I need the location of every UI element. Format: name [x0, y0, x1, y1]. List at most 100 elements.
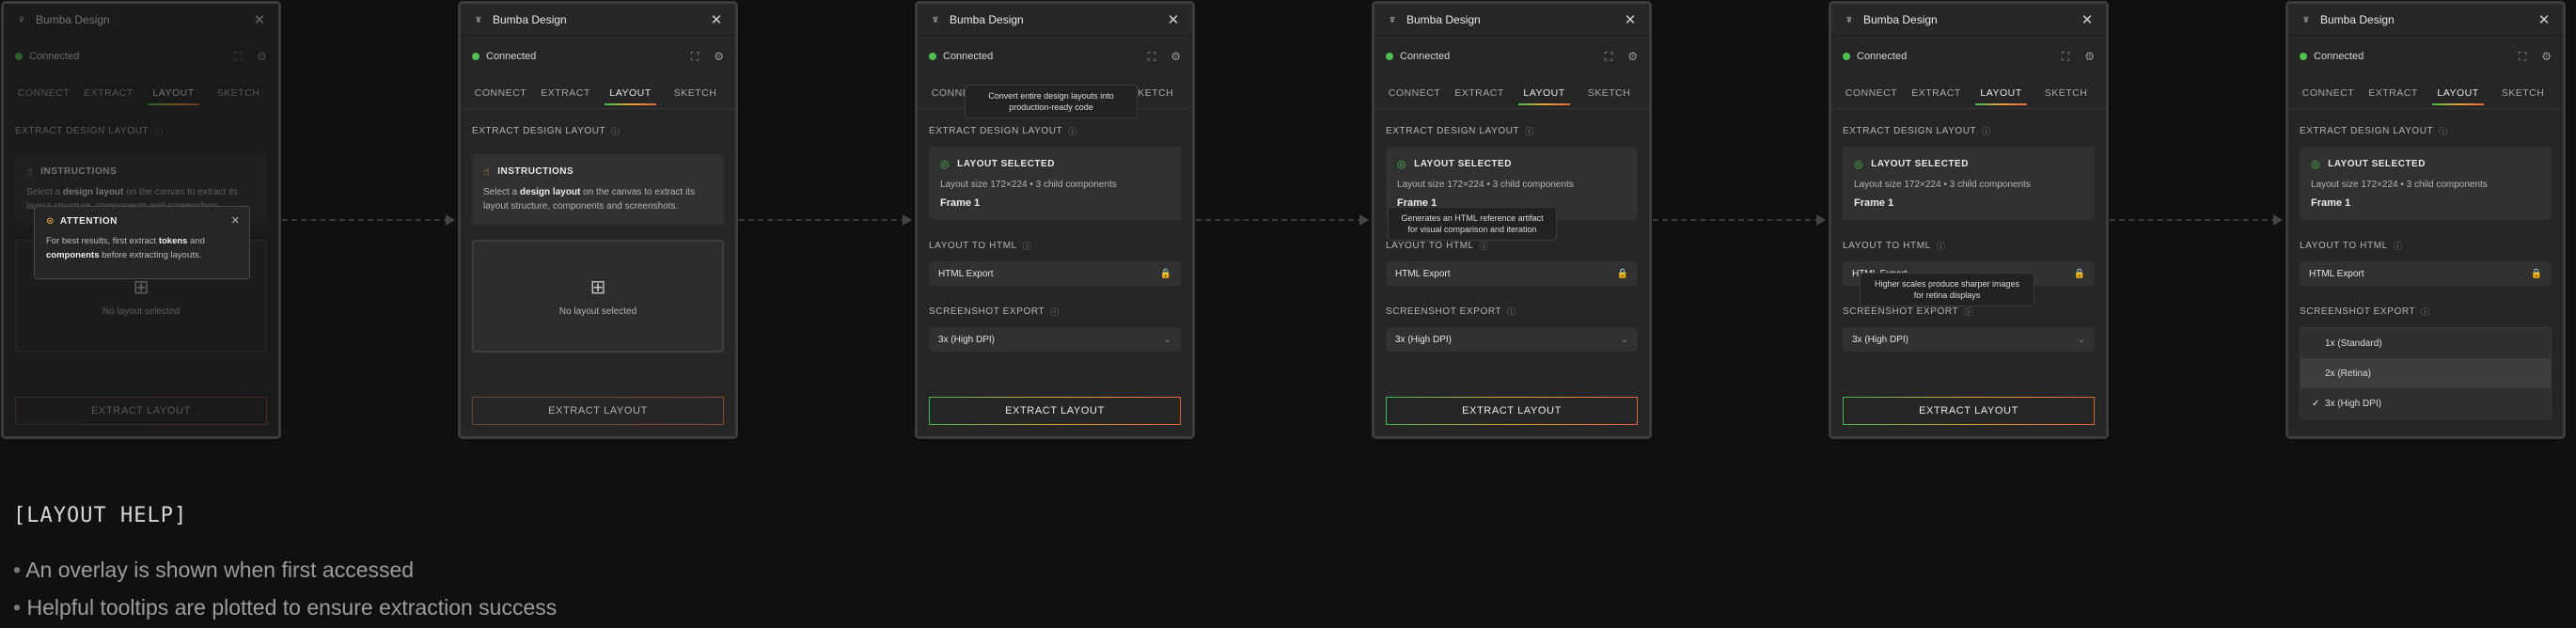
- plugin-panel-selected-tooltip-screenshot: ♆ Bumba Design ✕ Connected ⛶ ⚙ CONNECT E…: [1829, 1, 2109, 439]
- gear-icon[interactable]: ⚙: [1170, 50, 1181, 63]
- html-export-field[interactable]: HTML Export 🔒: [929, 261, 1181, 286]
- section-screenshot-text: SCREENSHOT EXPORT: [1386, 306, 1502, 317]
- gear-icon[interactable]: ⚙: [1627, 50, 1638, 63]
- expand-icon[interactable]: ⛶: [1148, 50, 1155, 64]
- info-icon[interactable]: ⓘ: [1507, 306, 1516, 318]
- gear-icon[interactable]: ⚙: [2084, 50, 2095, 63]
- info-icon[interactable]: ⓘ: [1964, 306, 1973, 318]
- status-text: Connected: [2314, 51, 2364, 62]
- palm-tree-icon: ♆: [2301, 12, 2311, 26]
- screenshot-select[interactable]: 3x (High DPI) ⌄: [1386, 327, 1638, 352]
- close-icon[interactable]: ✕: [709, 11, 724, 28]
- check-circle-icon: ◎: [2311, 159, 2321, 170]
- empty-layout-text: No layout selected: [558, 306, 637, 317]
- dropdown-option-3x[interactable]: ✓ 3x (High DPI): [2301, 388, 2551, 418]
- section-extract-text: EXTRACT DESIGN LAYOUT: [1843, 125, 1977, 136]
- tab-connect[interactable]: CONNECT: [1839, 80, 1904, 105]
- tab-layout[interactable]: LAYOUT: [1969, 80, 2034, 105]
- status-row: Connected ⛶ ⚙: [2288, 36, 2563, 77]
- info-icon[interactable]: ⓘ: [1982, 125, 1991, 137]
- plugin-panel-selected-tooltip-html: ♆ Bumba Design ✕ Connected ⛶ ⚙ CONNECT E…: [1372, 1, 1652, 439]
- section-extract-label: EXTRACT DESIGN LAYOUT ⓘ: [2288, 122, 2563, 139]
- tab-connect[interactable]: CONNECT: [2296, 80, 2361, 105]
- tab-extract[interactable]: EXTRACT: [1447, 80, 1512, 105]
- close-icon[interactable]: ✕: [1623, 11, 1638, 28]
- html-export-field[interactable]: HTML Export 🔒: [1386, 261, 1638, 286]
- layout-meta: Layout size 172×224 • 3 child components: [2311, 180, 2488, 190]
- instructions-title-text: INSTRUCTIONS: [497, 166, 574, 177]
- info-icon[interactable]: ⓘ: [1068, 125, 1077, 137]
- tab-connect[interactable]: CONNECT: [1382, 80, 1447, 105]
- extract-layout-button[interactable]: EXTRACT LAYOUT: [472, 397, 724, 425]
- attention-text-1: For best results, first extract: [46, 236, 159, 246]
- gear-icon[interactable]: ⚙: [2541, 50, 2552, 63]
- extract-layout-button[interactable]: EXTRACT LAYOUT: [1386, 397, 1638, 425]
- info-icon[interactable]: ⓘ: [2439, 125, 2448, 137]
- screenshot-select[interactable]: 3x (High DPI) ⌄: [929, 327, 1181, 352]
- instructions-card: ☝ INSTRUCTIONS Select a design layout on…: [472, 154, 724, 225]
- gear-icon[interactable]: ⚙: [714, 50, 724, 63]
- html-export-text: HTML Export: [1395, 268, 1451, 279]
- info-icon[interactable]: ⓘ: [1525, 125, 1534, 137]
- info-icon[interactable]: ⓘ: [611, 125, 620, 137]
- tab-layout[interactable]: LAYOUT: [1512, 80, 1577, 105]
- instructions-text: Select a design layout on the canvas to …: [483, 185, 713, 213]
- close-icon[interactable]: ✕: [1166, 11, 1181, 28]
- tab-extract[interactable]: EXTRACT: [1904, 80, 1969, 105]
- status-text: Connected: [1857, 51, 1908, 62]
- tab-layout[interactable]: LAYOUT: [598, 80, 663, 105]
- tab-connect[interactable]: CONNECT: [468, 80, 533, 105]
- app-title: Bumba Design: [2320, 12, 2395, 26]
- tab-extract[interactable]: EXTRACT: [2361, 80, 2426, 105]
- close-icon[interactable]: ✕: [2080, 11, 2095, 28]
- flow-connector-3: [1196, 214, 1369, 226]
- attention-text-3: before extracting layouts.: [99, 250, 202, 260]
- attention-text-2: and: [187, 236, 205, 246]
- attention-title: ⊙ ATTENTION: [46, 216, 238, 227]
- info-icon[interactable]: ⓘ: [2394, 240, 2403, 252]
- expand-icon[interactable]: ⛶: [691, 50, 699, 64]
- extract-layout-button[interactable]: EXTRACT LAYOUT: [929, 397, 1181, 425]
- section-html-label: LAYOUT TO HTML ⓘ: [1831, 237, 2106, 254]
- plugin-panel-empty: ♆ Bumba Design ✕ Connected ⛶ ⚙ CONNECT E…: [458, 1, 738, 439]
- info-icon[interactable]: ⓘ: [1050, 306, 1060, 318]
- close-icon[interactable]: ✕: [231, 214, 240, 227]
- layout-help-list: An overlay is shown when first accessed …: [13, 557, 557, 628]
- screenshot-select[interactable]: 3x (High DPI) ⌄: [1843, 327, 2095, 352]
- grid-icon: ⊞: [589, 277, 606, 298]
- layout-selected-title-text: LAYOUT SELECTED: [1871, 159, 1969, 169]
- extract-layout-button[interactable]: EXTRACT LAYOUT: [1843, 397, 2095, 425]
- info-icon[interactable]: ⓘ: [1023, 240, 1032, 252]
- tab-layout[interactable]: LAYOUT: [2426, 80, 2490, 105]
- layout-help-title: [LAYOUT HELP]: [13, 504, 188, 527]
- tab-bar: CONNECT EXTRACT LAYOUT SKETCH: [2288, 77, 2563, 109]
- flow-connector-2: [739, 214, 912, 226]
- tab-extract[interactable]: EXTRACT: [533, 80, 598, 105]
- expand-icon[interactable]: ⛶: [2062, 50, 2069, 64]
- html-export-field[interactable]: HTML Export 🔒: [2300, 261, 2552, 286]
- palm-tree-icon: ♆: [931, 12, 940, 26]
- tab-sketch[interactable]: SKETCH: [2034, 80, 2098, 105]
- dropdown-option-2x[interactable]: 2x (Retina): [2301, 358, 2551, 388]
- layout-selected-title: ◎ LAYOUT SELECTED: [1397, 158, 1626, 170]
- attention-bold-1: tokens: [158, 236, 188, 246]
- info-icon[interactable]: ⓘ: [1480, 240, 1489, 252]
- info-icon[interactable]: ⓘ: [2421, 306, 2430, 318]
- layout-selected-card: ◎ LAYOUT SELECTED Layout size 172×224 • …: [929, 147, 1181, 220]
- section-screenshot-label: SCREENSHOT EXPORT ⓘ: [2288, 303, 2563, 320]
- tab-sketch[interactable]: SKETCH: [663, 80, 728, 105]
- layout-selected-card: ◎ LAYOUT SELECTED Layout size 172×224 • …: [1843, 147, 2095, 220]
- tab-sketch[interactable]: SKETCH: [2490, 80, 2555, 105]
- dropdown-option-1x[interactable]: 1x (Standard): [2301, 328, 2551, 358]
- close-icon[interactable]: ✕: [2537, 11, 2552, 28]
- tab-sketch[interactable]: SKETCH: [1577, 80, 1641, 105]
- status-text: Connected: [486, 51, 537, 62]
- section-extract-label: EXTRACT DESIGN LAYOUT ⓘ: [461, 122, 735, 139]
- chevron-down-icon: ⌄: [1620, 334, 1628, 345]
- layout-selected-title: ◎ LAYOUT SELECTED: [940, 158, 1170, 170]
- expand-icon[interactable]: ⛶: [1605, 50, 1612, 64]
- pointer-icon: ☝: [483, 166, 491, 178]
- palm-tree-icon: ♆: [1845, 12, 1854, 26]
- expand-icon[interactable]: ⛶: [2519, 50, 2526, 64]
- info-icon[interactable]: ⓘ: [1937, 240, 1946, 252]
